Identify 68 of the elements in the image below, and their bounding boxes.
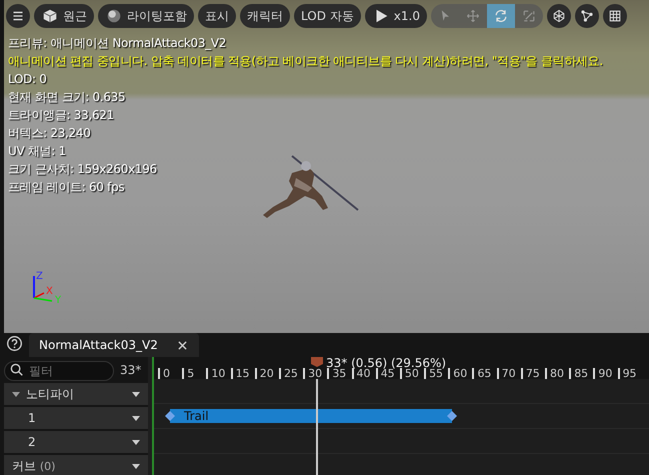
toolbar-button[interactable]: 표시 <box>198 4 236 28</box>
cube-icon <box>41 7 59 25</box>
tick-label: 85 <box>569 368 594 379</box>
scale-icon <box>520 8 537 24</box>
tick-label: 15 <box>230 368 255 379</box>
tick-label: 70 <box>496 368 521 379</box>
view-toggle-button[interactable] <box>602 4 627 28</box>
toolbar-button[interactable]: 캐릭터 <box>240 4 290 28</box>
document-tab[interactable]: NormalAttack03_V2 <box>29 333 199 357</box>
tick-label: 75 <box>520 368 545 379</box>
search-icon <box>10 363 24 377</box>
playhead-handle[interactable] <box>311 357 323 367</box>
dropdown-icon[interactable] <box>132 392 140 396</box>
dropdown-icon[interactable] <box>132 416 140 420</box>
stat-text: 트라이앵글: 33,621 <box>8 107 115 124</box>
tick-label: 35 <box>327 368 352 379</box>
tick-label: 5 <box>182 368 206 379</box>
tick-label: 25 <box>278 368 304 379</box>
view-toggle-button[interactable] <box>574 4 599 28</box>
menu-button[interactable] <box>6 4 30 28</box>
diamond-handle-icon[interactable] <box>447 411 457 421</box>
sphere-icon <box>105 7 123 25</box>
frame-number: 33* <box>120 363 142 377</box>
stat-text: 크기 근사치: 159x260x196 <box>8 161 158 178</box>
tick-label: 95 <box>618 368 642 379</box>
stat-text: UV 채널: 1 <box>8 143 67 160</box>
toolbar-button[interactable]: 원근 <box>34 4 94 28</box>
tick-label: 60 <box>448 368 472 379</box>
view-toggle-button[interactable] <box>546 4 571 28</box>
dropdown-icon[interactable] <box>132 440 140 444</box>
playhead-reading: 33* (0.56) (29.56%) <box>326 356 446 370</box>
close-icon[interactable] <box>178 340 187 350</box>
tick-label: 40 <box>352 368 376 379</box>
notify-bar[interactable]: Trail <box>165 409 457 423</box>
track-group-row[interactable]: 노티파이 <box>4 383 148 405</box>
stat-text: LOD: 0 <box>8 71 48 88</box>
grid-icon <box>606 8 623 24</box>
rotate-icon <box>492 8 509 24</box>
expander-icon[interactable] <box>12 392 20 396</box>
tick-label: 90 <box>593 368 618 379</box>
tick-label: 0 <box>158 368 182 379</box>
stat-text: 프리뷰: 애니메이션 NormalAttack03_V2 <box>8 35 228 52</box>
dropdown-icon[interactable] <box>132 464 140 468</box>
tick-label: 45 <box>376 368 400 379</box>
track-group-row[interactable]: 커브 (0) <box>4 455 148 475</box>
tick-label: 65 <box>472 368 497 379</box>
filter-field[interactable]: 필터 <box>4 361 114 381</box>
tick-label: 50 <box>400 368 424 379</box>
toolbar-button[interactable]: LOD 자동 <box>294 4 361 28</box>
tick-label: 80 <box>545 368 570 379</box>
wireframe-icon <box>550 8 567 24</box>
stat-text: 프레임 레이트: 60 fps <box>8 179 126 196</box>
help-icon[interactable] <box>6 335 23 352</box>
track-row[interactable]: 1 <box>4 407 148 429</box>
toolbar-button[interactable]: x1.0 <box>364 4 427 28</box>
track-row[interactable]: 2 <box>4 431 148 453</box>
toolbar-button[interactable]: 라이팅포함 <box>98 4 194 28</box>
move-icon <box>464 8 481 24</box>
stat-text: 현재 화면 크기: 0.635 <box>8 89 126 106</box>
tick-label: 55 <box>424 368 448 379</box>
tick-label: 10 <box>206 368 231 379</box>
node-graph-icon <box>578 8 595 24</box>
warning-text: 애니메이션 편집 중입니다. 압축 데이터를 적용(하고 베이크한 애디티브를 다시 계산)하려면, "적용"을 클릭하세요. <box>8 53 604 70</box>
tick-label: 20 <box>254 368 279 379</box>
stat-text: 버텍스: 23,240 <box>8 125 92 142</box>
viewport[interactable] <box>4 0 649 333</box>
diamond-handle-icon[interactable] <box>165 411 175 421</box>
axis-gizmo-drawing: Z X Y <box>30 270 70 304</box>
